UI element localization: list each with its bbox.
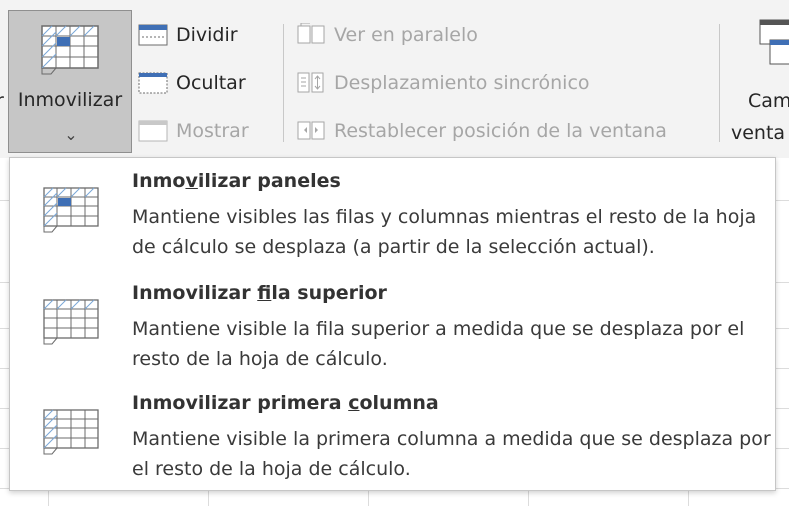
- reset-window-position-label: Restablecer posición de la ventana: [334, 120, 667, 142]
- menu-item-freeze-panes[interactable]: Inmovilizar paneles Mantiene visibles la…: [10, 160, 775, 268]
- chevron-down-icon: ⌄: [64, 125, 78, 144]
- freeze-top-row-icon: [42, 298, 102, 350]
- sync-scroll-icon: [296, 71, 326, 95]
- group-separator: [719, 24, 720, 142]
- split-button[interactable]: Dividir: [138, 20, 238, 50]
- show-button[interactable]: Mostrar: [138, 116, 249, 146]
- menu-item-title: Inmovilizar fila superior: [132, 282, 387, 304]
- freeze-panes-icon: [41, 25, 101, 79]
- hide-button[interactable]: Ocultar: [138, 68, 246, 98]
- freeze-panes-icon: [42, 186, 102, 238]
- synchronous-scrolling-label: Desplazamiento sincrónico: [334, 72, 590, 94]
- reset-window-icon: [296, 119, 326, 143]
- switch-windows-label-line2[interactable]: venta: [731, 122, 785, 144]
- freeze-first-column-icon: [42, 408, 102, 460]
- switch-windows-label-line1[interactable]: Cam: [748, 90, 789, 112]
- menu-item-description: Mantiene visibles las filas y columnas m…: [132, 206, 757, 258]
- side-by-side-label: Ver en paralelo: [334, 24, 478, 46]
- view-side-by-side-button[interactable]: Ver en paralelo: [296, 20, 478, 50]
- menu-item-description: Mantiene visible la fila superior a medi…: [132, 318, 745, 370]
- side-by-side-icon: [296, 22, 326, 47]
- hide-window-icon: [138, 71, 168, 95]
- freeze-panes-label: Inmovilizar: [17, 89, 123, 111]
- split-icon: [138, 23, 168, 47]
- freeze-panes-dropdown-menu: Inmovilizar paneles Mantiene visibles la…: [9, 157, 776, 491]
- menu-item-title: Inmovilizar paneles: [132, 170, 341, 192]
- menu-item-freeze-top-row[interactable]: Inmovilizar fila superior Mantiene visib…: [10, 272, 775, 380]
- synchronous-scrolling-button[interactable]: Desplazamiento sincrónico: [296, 68, 590, 98]
- reset-window-position-button[interactable]: Restablecer posición de la ventana: [296, 116, 667, 146]
- show-label: Mostrar: [176, 120, 249, 142]
- menu-item-freeze-first-column[interactable]: Inmovilizar primera columna Mantiene vis…: [10, 382, 775, 490]
- menu-item-description: Mantiene visible la primera columna a me…: [132, 428, 771, 480]
- split-label: Dividir: [176, 24, 238, 46]
- switch-windows-icon[interactable]: [758, 18, 789, 72]
- show-window-icon: [138, 119, 168, 143]
- menu-item-title: Inmovilizar primera columna: [132, 392, 439, 414]
- freeze-panes-button[interactable]: Inmovilizar ⌄: [8, 10, 132, 153]
- hide-label: Ocultar: [176, 72, 246, 94]
- group-separator: [283, 24, 284, 142]
